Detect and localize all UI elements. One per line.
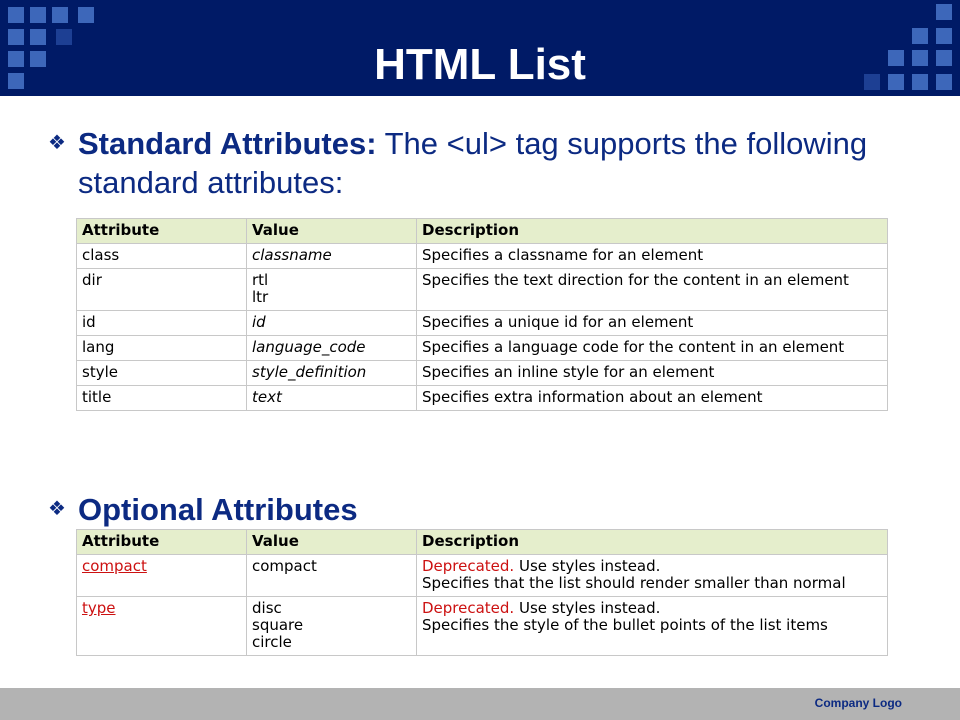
decor-square bbox=[8, 7, 24, 23]
description-cell: Specifies a unique id for an element bbox=[416, 310, 888, 336]
paragraph-text: The bbox=[376, 126, 447, 161]
attribute-cell: style bbox=[76, 360, 247, 386]
table-row: id id Specifies a unique id for an eleme… bbox=[76, 310, 888, 336]
attribute-cell: lang bbox=[76, 335, 247, 361]
deprecated-label: Deprecated. bbox=[422, 557, 515, 575]
deprecated-label: Deprecated. bbox=[422, 599, 515, 617]
optional-attributes-heading: Optional Attributes bbox=[78, 492, 358, 527]
standard-attributes-heading: Standard Attributes: bbox=[78, 126, 377, 161]
column-header: Value bbox=[246, 218, 417, 244]
description-cell: Specifies an inline style for an element bbox=[416, 360, 888, 386]
table-row: title text Specifies extra information a… bbox=[76, 385, 888, 411]
value-cell: id bbox=[246, 310, 417, 336]
table-row: style style_definition Specifies an inli… bbox=[76, 360, 888, 386]
slide-title: HTML List bbox=[374, 40, 586, 89]
value-line: square bbox=[252, 616, 304, 634]
description-cell: Specifies a language code for the conten… bbox=[416, 335, 888, 361]
attribute-cell: type bbox=[76, 596, 247, 656]
table-row: dir rtl ltr Specifies the text direction … bbox=[76, 268, 888, 311]
value-cell: language_code bbox=[246, 335, 417, 361]
column-header: Description bbox=[416, 529, 888, 555]
value-cell: disc square circle bbox=[246, 596, 417, 656]
attribute-cell: title bbox=[76, 385, 247, 411]
decor-square bbox=[52, 7, 68, 23]
optional-attributes-table: Attribute Value Description compact comp… bbox=[76, 529, 888, 656]
value-cell: rtl ltr bbox=[246, 268, 417, 311]
column-header: Attribute bbox=[76, 529, 247, 555]
ul-tag-text: <ul> bbox=[446, 126, 507, 161]
footer-bar: Company Logo bbox=[0, 688, 960, 720]
table-row: compact compact Deprecated. Use styles i… bbox=[76, 554, 888, 597]
table-row: lang language_code Specifies a language … bbox=[76, 335, 888, 361]
diamond-bullet-icon: ❖ bbox=[48, 132, 66, 154]
column-header: Description bbox=[416, 218, 888, 244]
table-row: type disc square circle Deprecated. Use st… bbox=[76, 596, 888, 656]
value-cell: compact bbox=[246, 554, 417, 597]
table-header-row: Attribute Value Description bbox=[76, 218, 888, 244]
company-logo-text: Company Logo bbox=[814, 696, 902, 710]
description-cell: Specifies the text direction for the con… bbox=[416, 268, 888, 311]
attribute-cell: dir bbox=[76, 268, 247, 311]
description-cell: Specifies a classname for an element bbox=[416, 243, 888, 269]
table-row: class classname Specifies a classname fo… bbox=[76, 243, 888, 269]
description-text: Specifies that the list should render sm… bbox=[422, 574, 846, 592]
decor-square bbox=[30, 7, 46, 23]
value-line: disc bbox=[252, 599, 282, 617]
value-cell: classname bbox=[246, 243, 417, 269]
attribute-cell: id bbox=[76, 310, 247, 336]
deprecated-note: Use styles instead. bbox=[514, 557, 661, 575]
attribute-cell: compact bbox=[76, 554, 247, 597]
value-cell: text bbox=[246, 385, 417, 411]
description-cell: Deprecated. Use styles instead. Specifies… bbox=[416, 554, 888, 597]
column-header: Value bbox=[246, 529, 417, 555]
attribute-cell: class bbox=[76, 243, 247, 269]
attribute-link-compact[interactable]: compact bbox=[82, 557, 147, 575]
value-line: circle bbox=[252, 633, 292, 651]
value-cell: style_definition bbox=[246, 360, 417, 386]
attribute-link-type[interactable]: type bbox=[82, 599, 116, 617]
diamond-bullet-icon: ❖ bbox=[48, 498, 66, 520]
standard-attributes-table: Attribute Value Description class classn… bbox=[76, 218, 888, 411]
decor-square bbox=[936, 4, 952, 20]
decor-square bbox=[78, 7, 94, 23]
description-cell: Specifies extra information about an ele… bbox=[416, 385, 888, 411]
description-text: Specifies the style of the bullet points… bbox=[422, 616, 828, 634]
deprecated-note: Use styles instead. bbox=[514, 599, 661, 617]
column-header: Attribute bbox=[76, 218, 247, 244]
description-cell: Deprecated. Use styles instead. Specifies… bbox=[416, 596, 888, 656]
standard-attributes-paragraph: Standard Attributes: The <ul> tag suppor… bbox=[78, 124, 898, 202]
value-line: rtl bbox=[252, 271, 269, 289]
value-line: ltr bbox=[252, 288, 269, 306]
table-header-row: Attribute Value Description bbox=[76, 529, 888, 555]
